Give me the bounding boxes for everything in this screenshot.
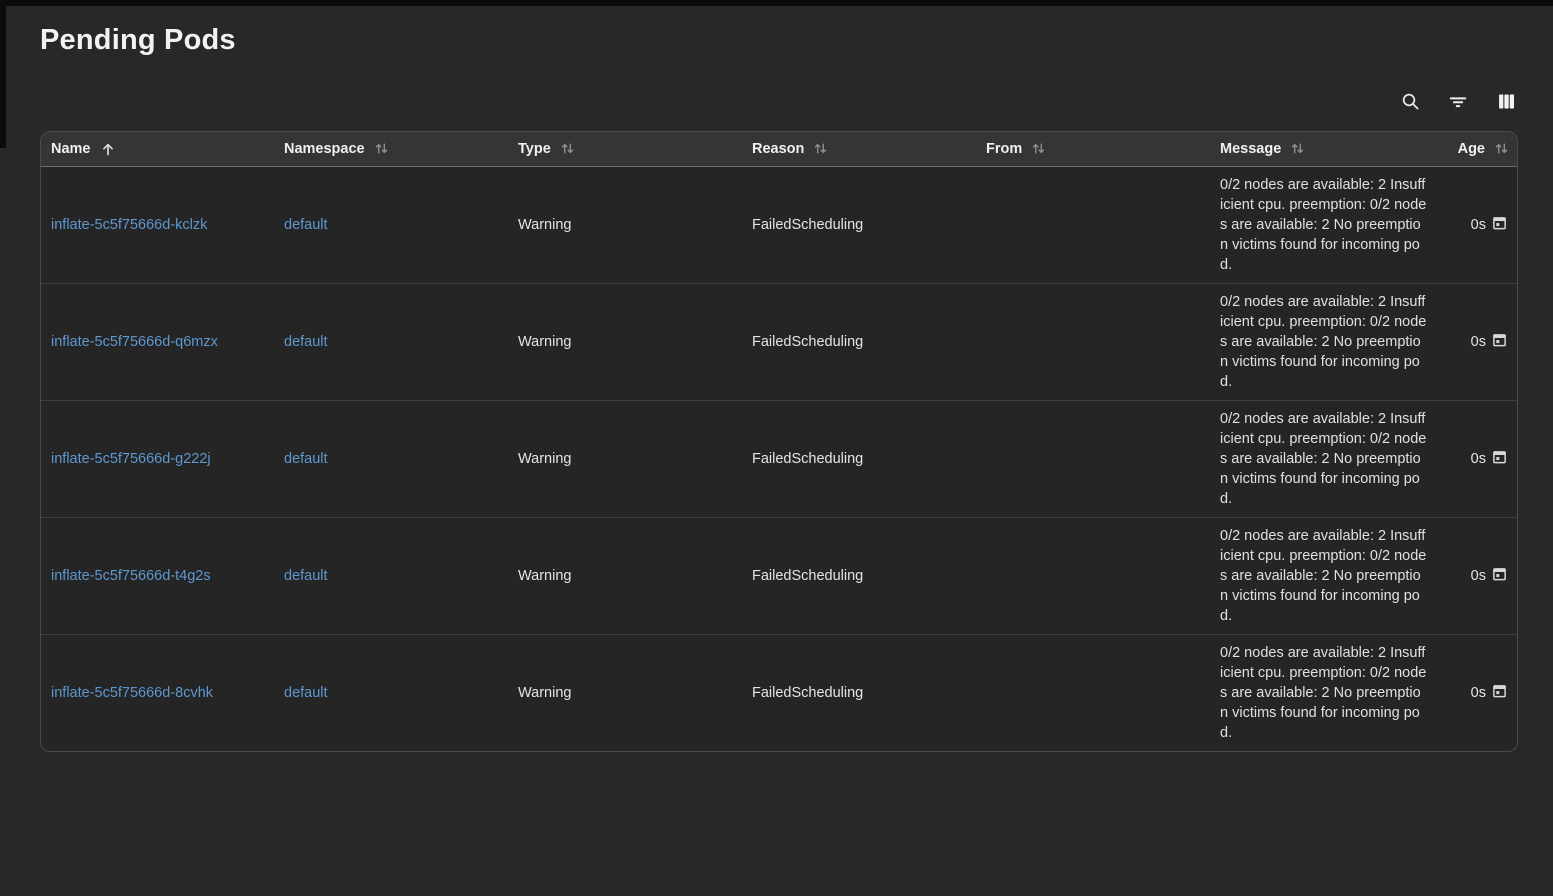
- age-value: 0s: [1471, 451, 1486, 467]
- window-top-edge: [0, 0, 1553, 6]
- pod-name-link[interactable]: inflate-5c5f75666d-8cvhk: [51, 685, 213, 701]
- age-value: 0s: [1471, 334, 1486, 350]
- age-cell: 0s: [1446, 634, 1517, 751]
- reason-cell: FailedScheduling: [742, 283, 976, 400]
- age-cell: 0s: [1446, 517, 1517, 634]
- calendar-icon: [1492, 332, 1507, 351]
- table-row: inflate-5c5f75666d-g222j default Warning…: [41, 400, 1517, 517]
- filter-button[interactable]: [1446, 91, 1470, 115]
- calendar-icon: [1492, 449, 1507, 468]
- message-cell: 0/2 nodes are available: 2 Insufficient …: [1210, 634, 1446, 751]
- table-header-row: Name Namespace: [41, 132, 1517, 166]
- calendar-icon: [1492, 215, 1507, 234]
- sort-both-icon: [813, 141, 828, 156]
- message-cell: 0/2 nodes are available: 2 Insufficient …: [1210, 166, 1446, 283]
- name-cell: inflate-5c5f75666d-q6mzx: [41, 283, 274, 400]
- name-cell: inflate-5c5f75666d-g222j: [41, 400, 274, 517]
- pod-name-link[interactable]: inflate-5c5f75666d-t4g2s: [51, 568, 211, 584]
- namespace-link[interactable]: default: [284, 451, 328, 467]
- column-label-from: From: [986, 141, 1022, 157]
- reason-cell: FailedScheduling: [742, 634, 976, 751]
- from-cell: [976, 400, 1210, 517]
- sort-both-icon: [1494, 141, 1509, 156]
- page-title: Pending Pods: [40, 24, 1518, 57]
- column-label-message: Message: [1220, 141, 1281, 157]
- table-toolbar: [40, 91, 1518, 115]
- pending-pods-page: Pending Pods: [0, 0, 1553, 752]
- sort-both-icon: [1031, 141, 1046, 156]
- sort-ascending-icon: [100, 141, 116, 157]
- column-label-name: Name: [51, 141, 91, 157]
- sort-both-icon: [374, 141, 389, 156]
- reason-cell: FailedScheduling: [742, 166, 976, 283]
- column-header-namespace[interactable]: Namespace: [274, 132, 508, 166]
- sort-both-icon: [560, 141, 575, 156]
- sort-both-icon: [1290, 141, 1305, 156]
- window-left-edge: [0, 0, 6, 148]
- age-cell: 0s: [1446, 166, 1517, 283]
- column-header-from[interactable]: From: [976, 132, 1210, 166]
- events-table: Name Namespace: [41, 132, 1517, 751]
- table-body: inflate-5c5f75666d-kclzk default Warning…: [41, 166, 1517, 751]
- name-cell: inflate-5c5f75666d-kclzk: [41, 166, 274, 283]
- name-cell: inflate-5c5f75666d-8cvhk: [41, 634, 274, 751]
- namespace-cell: default: [274, 400, 508, 517]
- table-row: inflate-5c5f75666d-kclzk default Warning…: [41, 166, 1517, 283]
- pod-name-link[interactable]: inflate-5c5f75666d-kclzk: [51, 217, 207, 233]
- events-table-card: Name Namespace: [40, 131, 1518, 752]
- type-cell: Warning: [508, 166, 742, 283]
- column-label-namespace: Namespace: [284, 141, 365, 157]
- table-row: inflate-5c5f75666d-q6mzx default Warning…: [41, 283, 1517, 400]
- from-cell: [976, 517, 1210, 634]
- search-icon: [1400, 91, 1421, 115]
- namespace-link[interactable]: default: [284, 217, 328, 233]
- calendar-icon: [1492, 566, 1507, 585]
- column-label-reason: Reason: [752, 141, 804, 157]
- column-label-type: Type: [518, 141, 551, 157]
- columns-button[interactable]: [1494, 91, 1518, 115]
- reason-cell: FailedScheduling: [742, 517, 976, 634]
- namespace-cell: default: [274, 166, 508, 283]
- columns-icon: [1496, 91, 1517, 115]
- age-value: 0s: [1471, 568, 1486, 584]
- from-cell: [976, 166, 1210, 283]
- calendar-icon: [1492, 683, 1507, 702]
- message-cell: 0/2 nodes are available: 2 Insufficient …: [1210, 283, 1446, 400]
- table-row: inflate-5c5f75666d-t4g2s default Warning…: [41, 517, 1517, 634]
- column-header-type[interactable]: Type: [508, 132, 742, 166]
- pod-name-link[interactable]: inflate-5c5f75666d-g222j: [51, 451, 211, 467]
- namespace-link[interactable]: default: [284, 568, 328, 584]
- column-label-age: Age: [1458, 141, 1485, 157]
- type-cell: Warning: [508, 283, 742, 400]
- age-cell: 0s: [1446, 283, 1517, 400]
- namespace-cell: default: [274, 634, 508, 751]
- search-button[interactable]: [1398, 91, 1422, 115]
- column-header-age[interactable]: Age: [1446, 132, 1517, 166]
- age-cell: 0s: [1446, 400, 1517, 517]
- namespace-link[interactable]: default: [284, 334, 328, 350]
- from-cell: [976, 634, 1210, 751]
- column-header-reason[interactable]: Reason: [742, 132, 976, 166]
- message-cell: 0/2 nodes are available: 2 Insufficient …: [1210, 400, 1446, 517]
- type-cell: Warning: [508, 400, 742, 517]
- column-header-message[interactable]: Message: [1210, 132, 1446, 166]
- namespace-link[interactable]: default: [284, 685, 328, 701]
- reason-cell: FailedScheduling: [742, 400, 976, 517]
- column-header-name[interactable]: Name: [41, 132, 274, 166]
- pod-name-link[interactable]: inflate-5c5f75666d-q6mzx: [51, 334, 218, 350]
- name-cell: inflate-5c5f75666d-t4g2s: [41, 517, 274, 634]
- message-cell: 0/2 nodes are available: 2 Insufficient …: [1210, 517, 1446, 634]
- from-cell: [976, 283, 1210, 400]
- namespace-cell: default: [274, 517, 508, 634]
- namespace-cell: default: [274, 283, 508, 400]
- age-value: 0s: [1471, 217, 1486, 233]
- filter-icon: [1447, 91, 1469, 116]
- type-cell: Warning: [508, 634, 742, 751]
- table-row: inflate-5c5f75666d-8cvhk default Warning…: [41, 634, 1517, 751]
- age-value: 0s: [1471, 685, 1486, 701]
- type-cell: Warning: [508, 517, 742, 634]
